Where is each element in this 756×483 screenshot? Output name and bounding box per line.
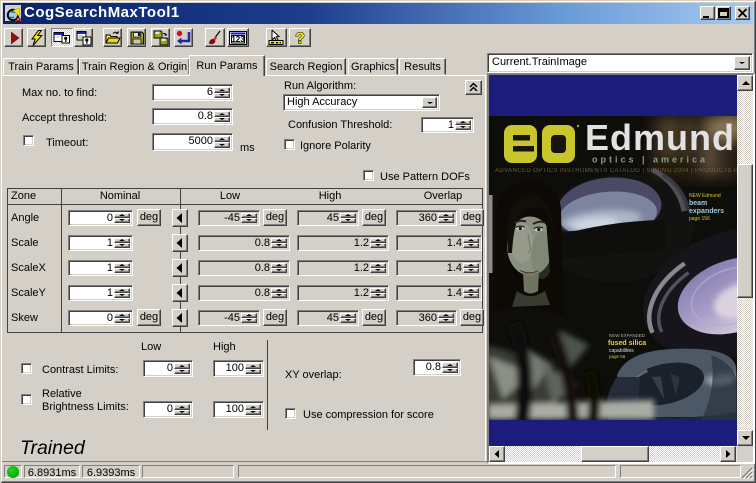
svg-text:page 56: page 56 [609, 354, 626, 359]
svg-text:ADVANCED OPTICS INSTRUMENTS CA: ADVANCED OPTICS INSTRUMENTS CATALOG | SP… [495, 168, 737, 174]
svg-text:NEW EXPANDED: NEW EXPANDED [609, 333, 646, 338]
svg-text:expanders: expanders [689, 208, 724, 215]
svg-text:optics | america: optics | america [592, 155, 708, 165]
svg-text:fused silica: fused silica [608, 340, 646, 347]
svg-text:NEW Edmund: NEW Edmund [689, 193, 721, 199]
svg-text:?: ? [295, 31, 305, 47]
svg-text:beam: beam [689, 200, 707, 207]
svg-text:page 156: page 156 [689, 216, 710, 222]
svg-text:Edmund: Edmund [585, 117, 735, 158]
svg-text:123: 123 [231, 35, 245, 44]
